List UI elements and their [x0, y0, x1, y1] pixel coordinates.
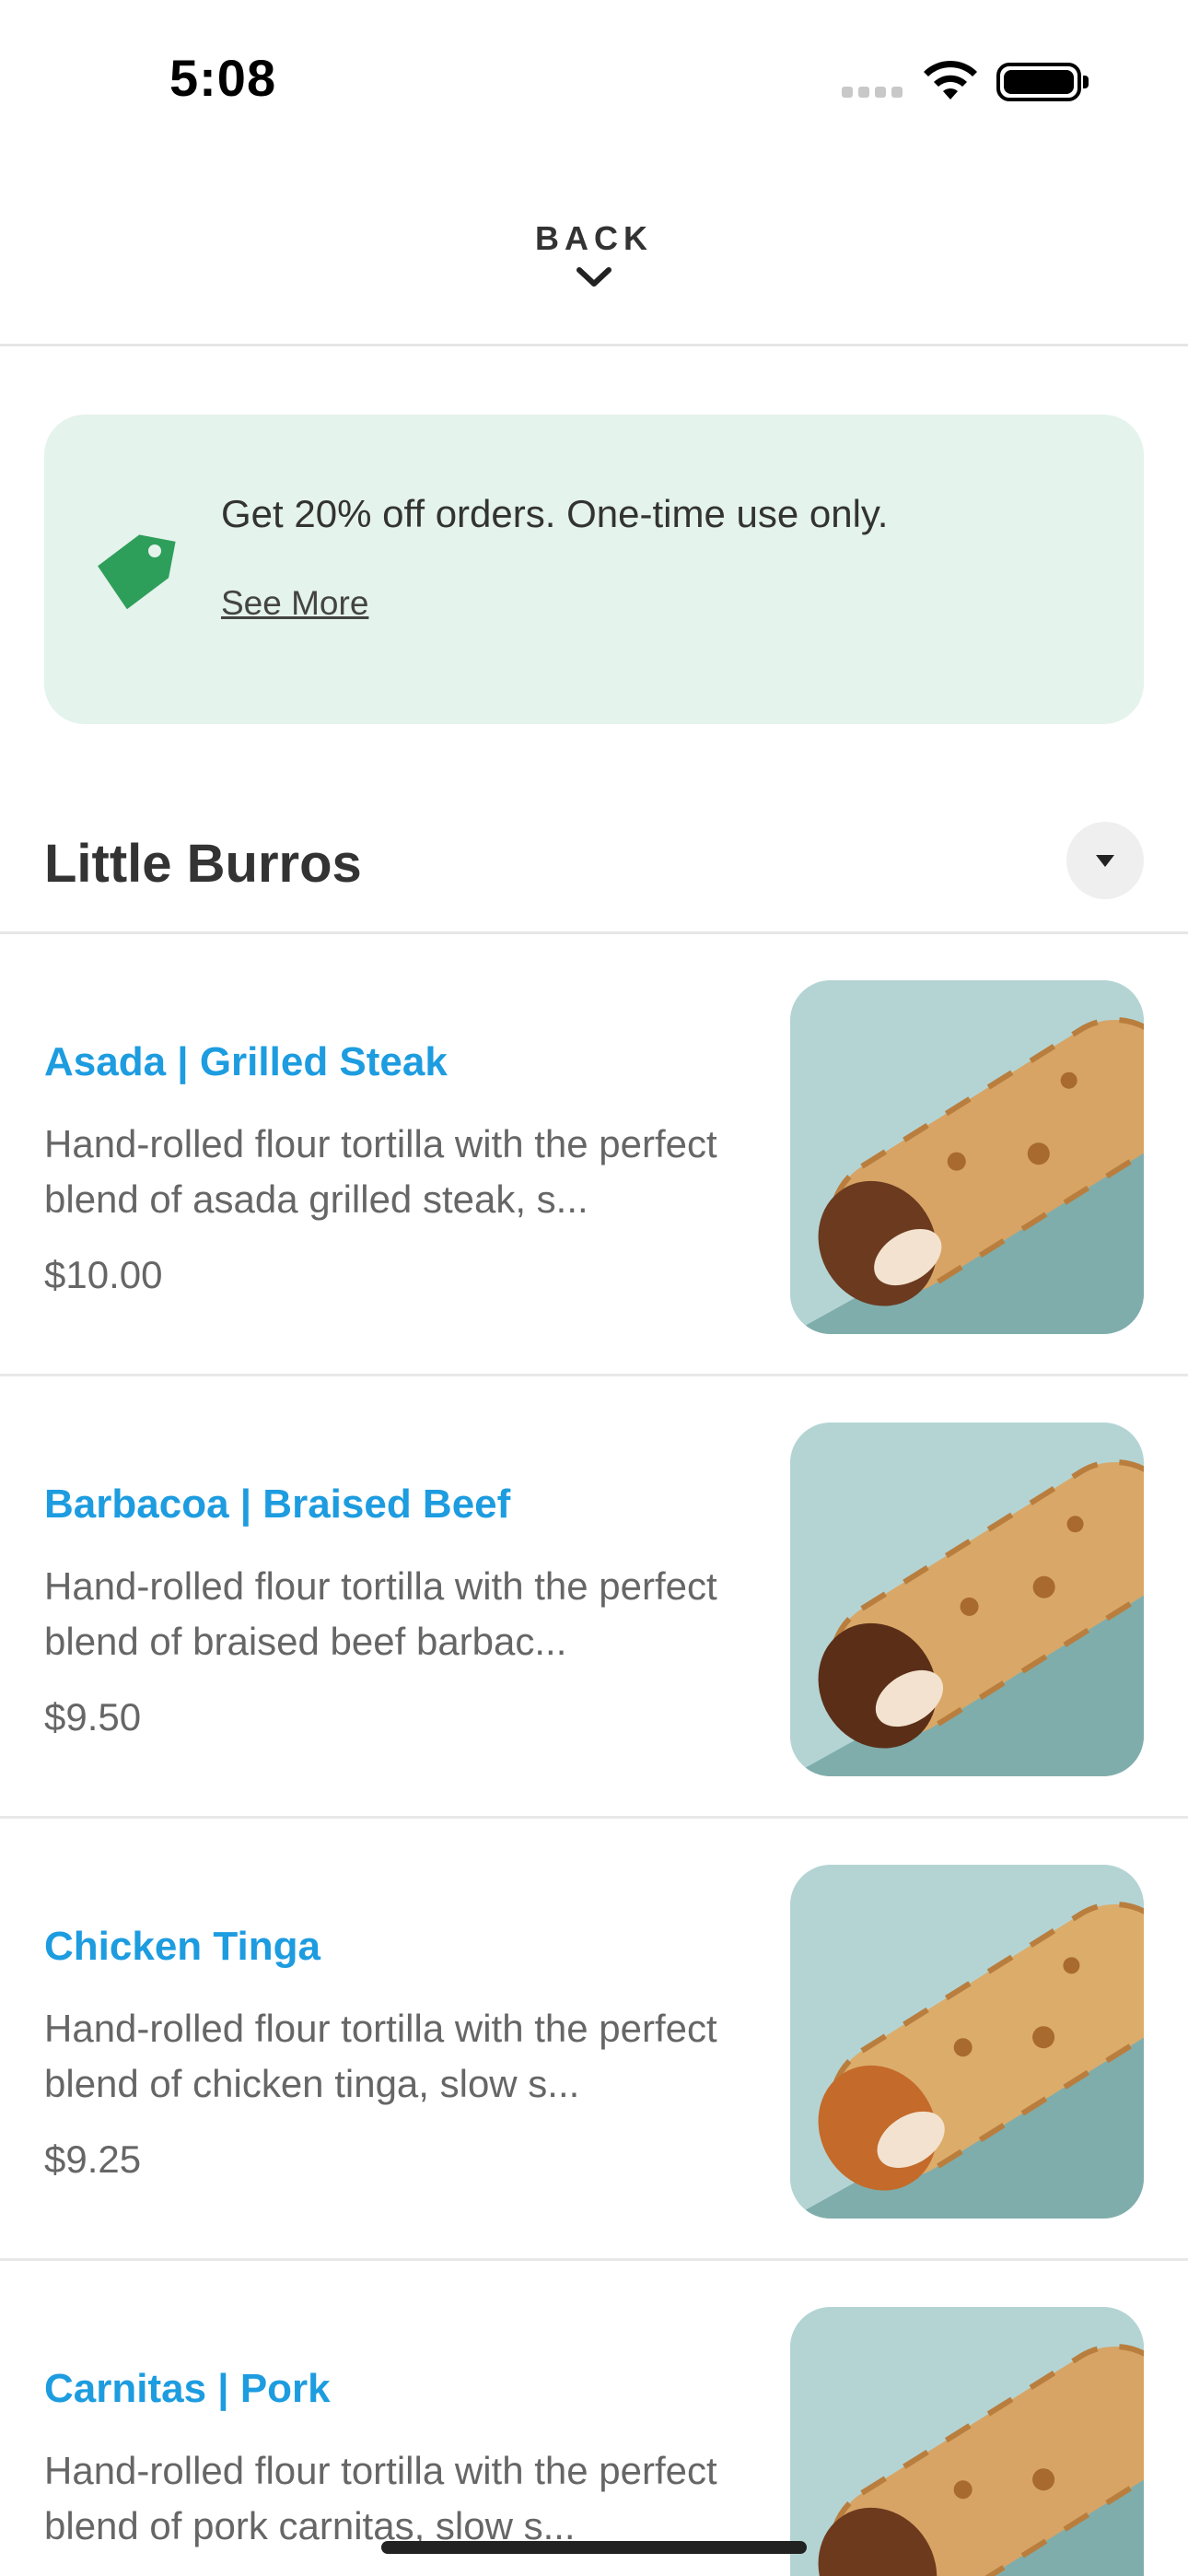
item-image	[790, 1423, 1144, 1776]
menu-item[interactable]: Barbacoa | Braised Beef Hand-rolled flou…	[0, 1376, 1188, 1819]
back-button[interactable]: BACK	[502, 219, 686, 330]
wifi-icon	[924, 60, 977, 100]
cellular-signal-icon	[842, 87, 906, 100]
back-header: BACK	[0, 203, 1188, 346]
battery-icon	[996, 63, 1089, 101]
item-image	[790, 2307, 1144, 2576]
item-image	[790, 1865, 1144, 2219]
item-description: Hand-rolled flour tortilla with the perf…	[44, 2007, 717, 2105]
status-time: 5:08	[169, 49, 277, 107]
item-name: Asada | Grilled Steak	[44, 1039, 448, 1084]
menu-item[interactable]: Carnitas | Pork Hand-rolled flour tortil…	[0, 2261, 1188, 2576]
item-description: Hand-rolled flour tortilla with the perf…	[44, 2449, 717, 2547]
home-indicator[interactable]	[381, 2541, 807, 2554]
item-name: Carnitas | Pork	[44, 2366, 331, 2411]
status-bar: 5:08	[0, 0, 1188, 157]
section-title: Little Burros	[44, 834, 362, 894]
tag-icon	[98, 534, 176, 610]
item-image	[790, 980, 1144, 1334]
item-price: $9.50	[44, 1695, 142, 1739]
back-label: BACK	[535, 219, 653, 257]
see-more-link[interactable]: See More	[221, 584, 368, 623]
menu-item[interactable]: Asada | Grilled Steak Hand-rolled flour …	[0, 934, 1188, 1376]
screen: 5:08 BACK Get 20% off orders. One-time u…	[0, 0, 1188, 2576]
item-price: $9.25	[44, 2137, 142, 2181]
promo-banner[interactable]: Get 20% off orders. One-time use only. S…	[44, 415, 1144, 724]
promo-text: Get 20% off orders. One-time use only.	[221, 492, 889, 535]
chevron-down-icon	[577, 267, 611, 287]
item-price: $10.00	[44, 1253, 163, 1296]
collapse-section-button[interactable]	[1066, 822, 1144, 899]
section-header: Little Burros	[0, 811, 1188, 934]
item-name: Barbacoa | Braised Beef	[44, 1481, 511, 1527]
item-description: Hand-rolled flour tortilla with the perf…	[44, 1122, 717, 1221]
item-name: Chicken Tinga	[44, 1924, 320, 1969]
item-description: Hand-rolled flour tortilla with the perf…	[44, 1564, 717, 1663]
menu-item[interactable]: Chicken Tinga Hand-rolled flour tortilla…	[0, 1819, 1188, 2261]
